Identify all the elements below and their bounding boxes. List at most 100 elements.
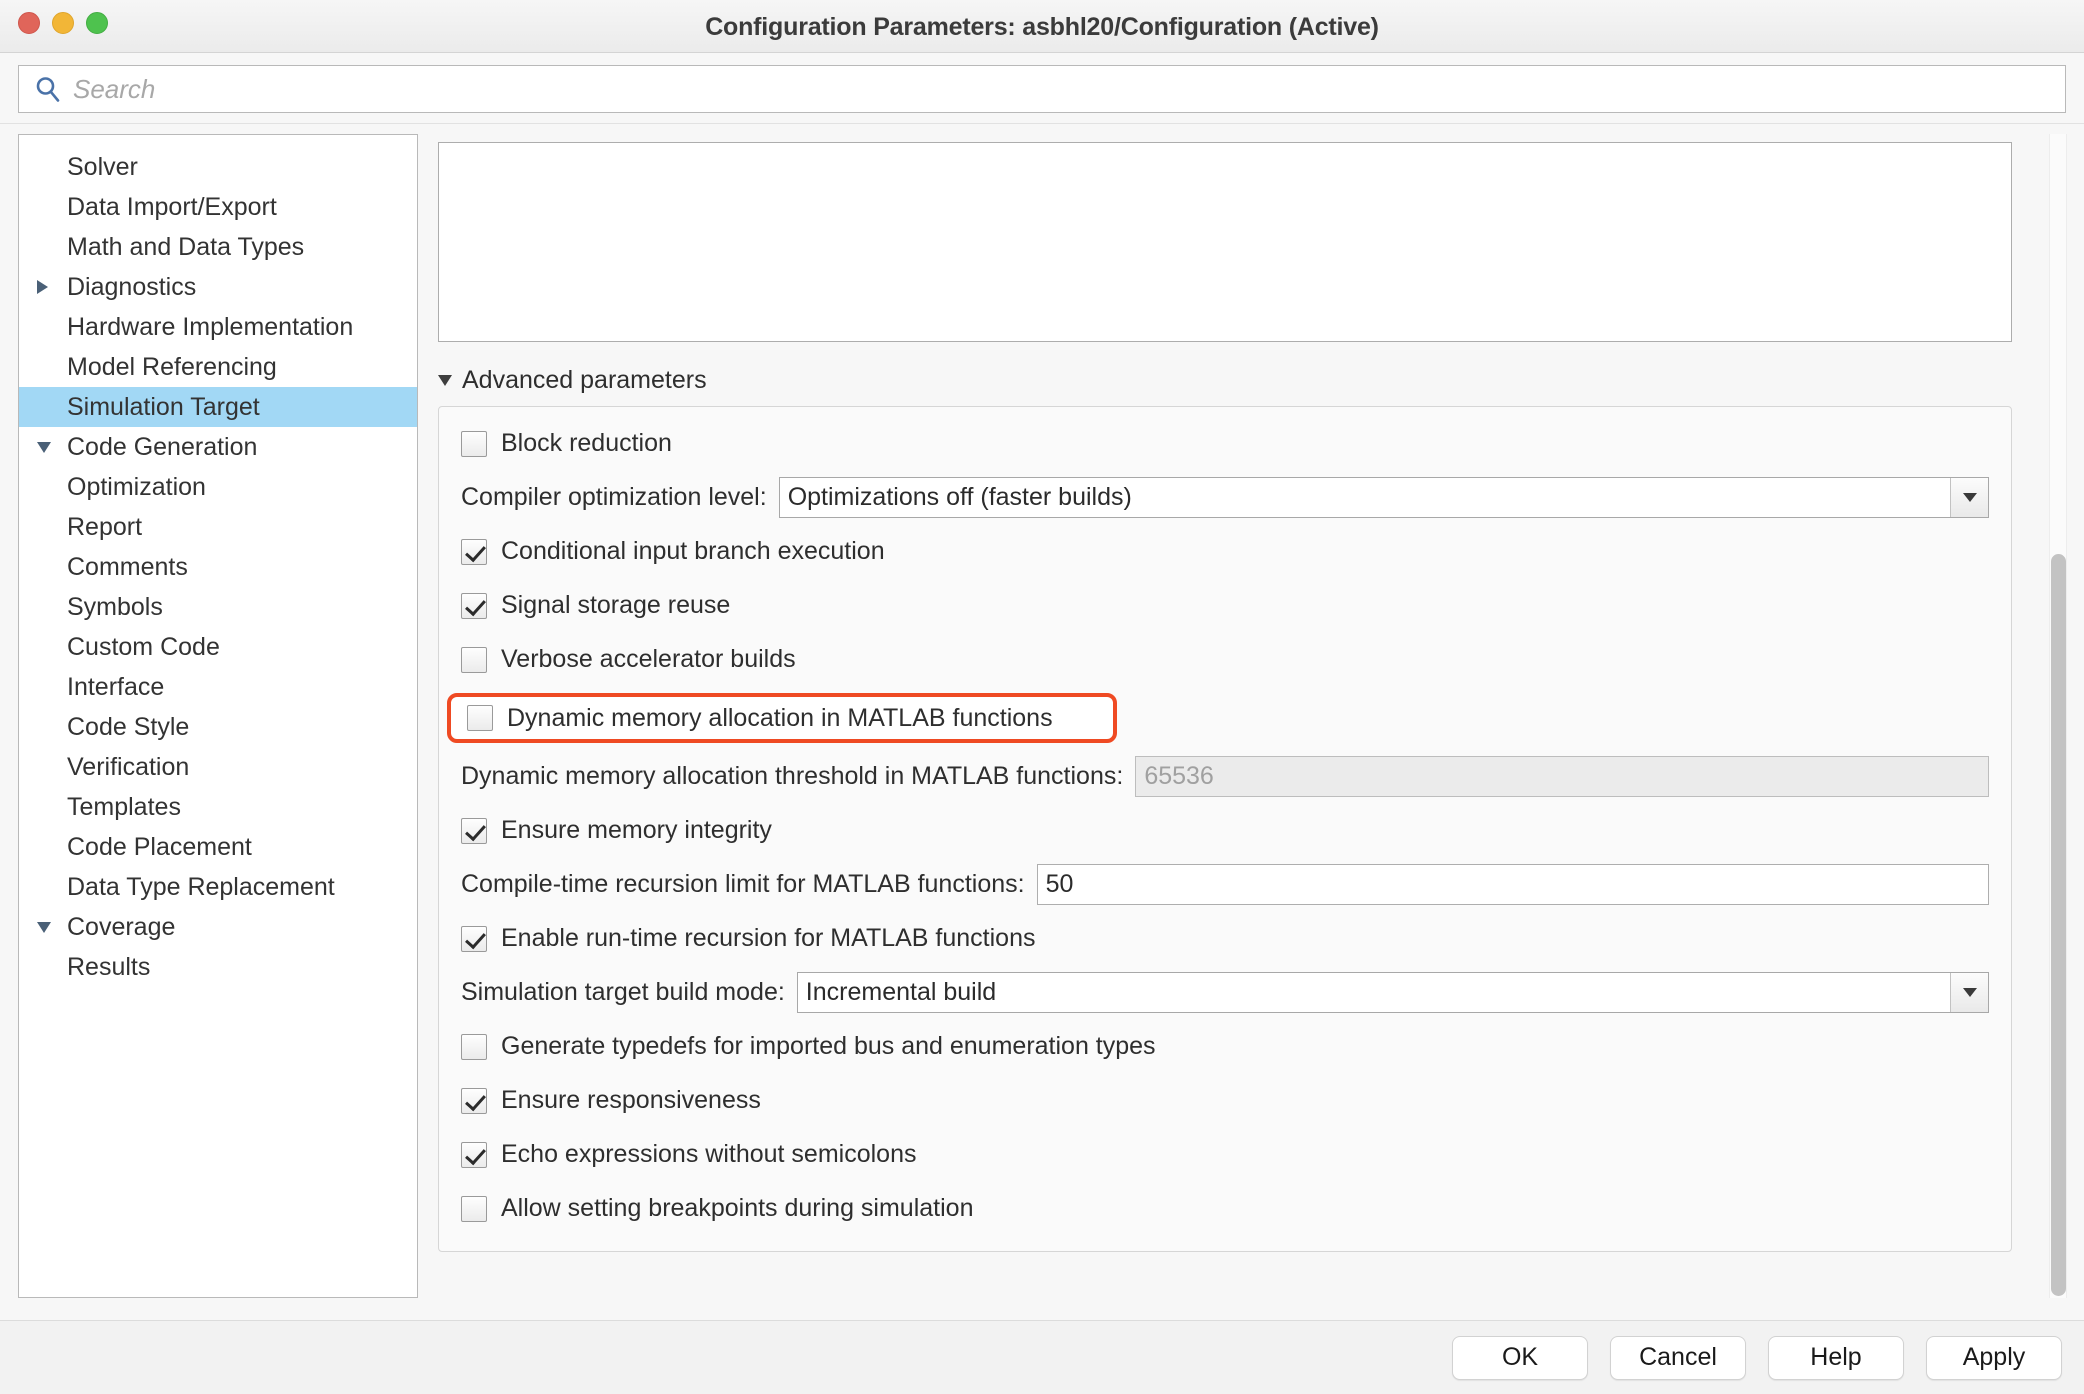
checkbox-enable-run-time-recursion[interactable] bbox=[461, 925, 487, 952]
checkbox-echo-expressions-without-semicolons[interactable] bbox=[461, 1141, 487, 1168]
sidebar-item-math-and-data-types[interactable]: Math and Data Types bbox=[19, 227, 417, 267]
checkbox-generate-typedefs[interactable] bbox=[461, 1033, 487, 1060]
checkbox-label-ensure-responsiveness[interactable]: Ensure responsiveness bbox=[501, 1086, 761, 1115]
sidebar-item-model-referencing[interactable]: Model Referencing bbox=[19, 347, 417, 387]
search-placeholder: Search bbox=[73, 73, 156, 104]
sidebar-item-label: Hardware Implementation bbox=[67, 312, 354, 341]
checkbox-verbose-accelerator-builds[interactable] bbox=[461, 646, 487, 673]
checkbox-label-ensure-memory-integrity[interactable]: Ensure memory integrity bbox=[501, 816, 772, 845]
checkbox-label-generate-typedefs[interactable]: Generate typedefs for imported bus and e… bbox=[501, 1032, 1156, 1061]
sidebar-item-label: Templates bbox=[67, 792, 181, 821]
sidebar-item-data-type-replacement[interactable]: Data Type Replacement bbox=[19, 867, 417, 907]
row-compile-time-recursion-limit: Compile-time recursion limit for MATLAB … bbox=[461, 864, 1989, 905]
sidebar-item-data-import-export[interactable]: Data Import/Export bbox=[19, 187, 417, 227]
sidebar-item-label: Model Referencing bbox=[67, 352, 277, 381]
label-compile-time-recursion-limit: Compile-time recursion limit for MATLAB … bbox=[461, 870, 1025, 898]
search-input[interactable]: Search bbox=[18, 65, 2066, 113]
sidebar-item-solver[interactable]: Solver bbox=[19, 147, 417, 187]
advanced-parameters-label: Advanced parameters bbox=[462, 365, 707, 394]
checkbox-ensure-responsiveness[interactable] bbox=[461, 1087, 487, 1114]
row-enable-run-time-recursion: Enable run-time recursion for MATLAB fun… bbox=[461, 918, 1989, 959]
settings-tree[interactable]: Solver Data Import/Export Math and Data Ty… bbox=[18, 134, 418, 1298]
sidebar-item-results[interactable]: Results bbox=[19, 947, 417, 987]
chevron-down-icon[interactable] bbox=[1950, 478, 1988, 517]
sidebar-item-templates[interactable]: Templates bbox=[19, 787, 417, 827]
simulation-target-pane: Reserved names: Advanced parameters Bloc… bbox=[418, 124, 2040, 1320]
cancel-button[interactable]: Cancel bbox=[1610, 1335, 1746, 1380]
dropdown-simulation-target-build-mode[interactable]: Incremental build bbox=[796, 972, 1989, 1013]
sidebar-item-comments[interactable]: Comments bbox=[19, 547, 417, 587]
sidebar-item-label: Interface bbox=[67, 672, 165, 701]
title-bar: Configuration Parameters: asbhl20/Config… bbox=[0, 0, 2084, 53]
sidebar-item-label: Simulation Target bbox=[67, 392, 260, 421]
sidebar-item-label: Code Style bbox=[67, 712, 190, 741]
sidebar-item-code-placement[interactable]: Code Placement bbox=[19, 827, 417, 867]
row-signal-storage-reuse: Signal storage reuse bbox=[461, 585, 1989, 626]
sidebar-item-simulation-target[interactable]: Simulation Target bbox=[19, 387, 417, 427]
label-simulation-target-build-mode: Simulation target build mode: bbox=[461, 978, 785, 1006]
input-dynamic-memory-allocation-threshold: 65536 bbox=[1135, 756, 1989, 797]
scrollbar-thumb[interactable] bbox=[2051, 554, 2066, 1296]
dropdown-compiler-optimization-level[interactable]: Optimizations off (faster builds) bbox=[778, 477, 1989, 518]
chevron-down-icon[interactable] bbox=[37, 921, 63, 933]
row-verbose-accelerator-builds: Verbose accelerator builds bbox=[461, 639, 1989, 680]
vertical-scrollbar[interactable] bbox=[2040, 134, 2076, 1298]
dropdown-value-compiler-optimization-level: Optimizations off (faster builds) bbox=[787, 483, 1132, 511]
checkbox-allow-setting-breakpoints[interactable] bbox=[461, 1195, 487, 1222]
row-echo-expressions-without-semicolons: Echo expressions without semicolons bbox=[461, 1134, 1989, 1175]
chevron-down-icon[interactable] bbox=[1950, 973, 1988, 1012]
sidebar-item-hardware-implementation[interactable]: Hardware Implementation bbox=[19, 307, 417, 347]
sidebar-item-report[interactable]: Report bbox=[19, 507, 417, 547]
checkbox-ensure-memory-integrity[interactable] bbox=[461, 817, 487, 844]
sidebar-item-verification[interactable]: Verification bbox=[19, 747, 417, 787]
sidebar-item-custom-code[interactable]: Custom Code bbox=[19, 627, 417, 667]
help-button[interactable]: Help bbox=[1768, 1335, 1904, 1380]
checkbox-label-dynamic-memory-allocation-in-matlab-functions[interactable]: Dynamic memory allocation in MATLAB func… bbox=[507, 704, 1053, 733]
search-row: Search bbox=[0, 53, 2084, 124]
sidebar-item-label: Data Import/Export bbox=[67, 192, 277, 221]
window-title: Configuration Parameters: asbhl20/Config… bbox=[705, 13, 1379, 41]
ok-button[interactable]: OK bbox=[1452, 1335, 1588, 1380]
apply-button[interactable]: Apply bbox=[1926, 1335, 2062, 1380]
row-compiler-optimization-level: Compiler optimization level: Optimization… bbox=[461, 477, 1989, 518]
checkbox-label-enable-run-time-recursion[interactable]: Enable run-time recursion for MATLAB fun… bbox=[501, 924, 1036, 953]
sidebar-item-label: Custom Code bbox=[67, 632, 220, 661]
sidebar-item-code-style[interactable]: Code Style bbox=[19, 707, 417, 747]
checkbox-signal-storage-reuse[interactable] bbox=[461, 592, 487, 619]
checkbox-label-block-reduction[interactable]: Block reduction bbox=[501, 429, 672, 458]
label-dynamic-memory-allocation-threshold: Dynamic memory allocation threshold in M… bbox=[461, 762, 1124, 790]
checkbox-label-signal-storage-reuse[interactable]: Signal storage reuse bbox=[501, 591, 730, 620]
sidebar-item-diagnostics[interactable]: Diagnostics bbox=[19, 267, 417, 307]
sidebar-item-interface[interactable]: Interface bbox=[19, 667, 417, 707]
row-ensure-responsiveness: Ensure responsiveness bbox=[461, 1080, 1989, 1121]
chevron-down-icon[interactable] bbox=[37, 441, 63, 453]
row-simulation-target-build-mode: Simulation target build mode: Incremental… bbox=[461, 972, 1989, 1013]
sidebar-item-coverage[interactable]: Coverage bbox=[19, 907, 417, 947]
dropdown-value-simulation-target-build-mode: Incremental build bbox=[805, 978, 997, 1006]
sidebar-item-optimization[interactable]: Optimization bbox=[19, 467, 417, 507]
reserved-names-input[interactable] bbox=[438, 142, 2012, 342]
advanced-parameters-group: Block reduction Compiler optimization lev… bbox=[438, 406, 2012, 1252]
checkbox-dynamic-memory-allocation-in-matlab-functions[interactable] bbox=[467, 705, 493, 731]
chevron-right-icon[interactable] bbox=[37, 280, 63, 294]
dialog-footer: OK Cancel Help Apply bbox=[0, 1320, 2084, 1394]
checkbox-label-conditional-input-branch-execution[interactable]: Conditional input branch execution bbox=[501, 537, 885, 566]
dialog-body: Solver Data Import/Export Math and Data Ty… bbox=[0, 124, 2084, 1320]
advanced-parameters-header[interactable]: Advanced parameters bbox=[438, 362, 2040, 398]
sidebar-item-label: Comments bbox=[67, 552, 188, 581]
sidebar-item-symbols[interactable]: Symbols bbox=[19, 587, 417, 627]
search-icon bbox=[31, 72, 65, 106]
checkbox-label-echo-expressions-without-semicolons[interactable]: Echo expressions without semicolons bbox=[501, 1140, 916, 1169]
row-dynamic-memory-allocation-threshold: Dynamic memory allocation threshold in M… bbox=[461, 756, 1989, 797]
row-allow-setting-breakpoints: Allow setting breakpoints during simulat… bbox=[461, 1188, 1989, 1229]
checkbox-label-allow-setting-breakpoints[interactable]: Allow setting breakpoints during simulat… bbox=[501, 1194, 973, 1223]
checkbox-label-verbose-accelerator-builds[interactable]: Verbose accelerator builds bbox=[501, 645, 796, 674]
sidebar-item-label: Math and Data Types bbox=[67, 232, 305, 261]
main-panel-wrap: Reserved names: Advanced parameters Bloc… bbox=[418, 124, 2084, 1320]
checkbox-conditional-input-branch-execution[interactable] bbox=[461, 538, 487, 565]
input-compile-time-recursion-limit[interactable]: 50 bbox=[1036, 864, 1989, 905]
sidebar-item-label: Verification bbox=[67, 752, 190, 781]
checkbox-block-reduction[interactable] bbox=[461, 430, 487, 457]
sidebar-item-code-generation[interactable]: Code Generation bbox=[19, 427, 417, 467]
sidebar-item-label: Results bbox=[67, 952, 151, 981]
